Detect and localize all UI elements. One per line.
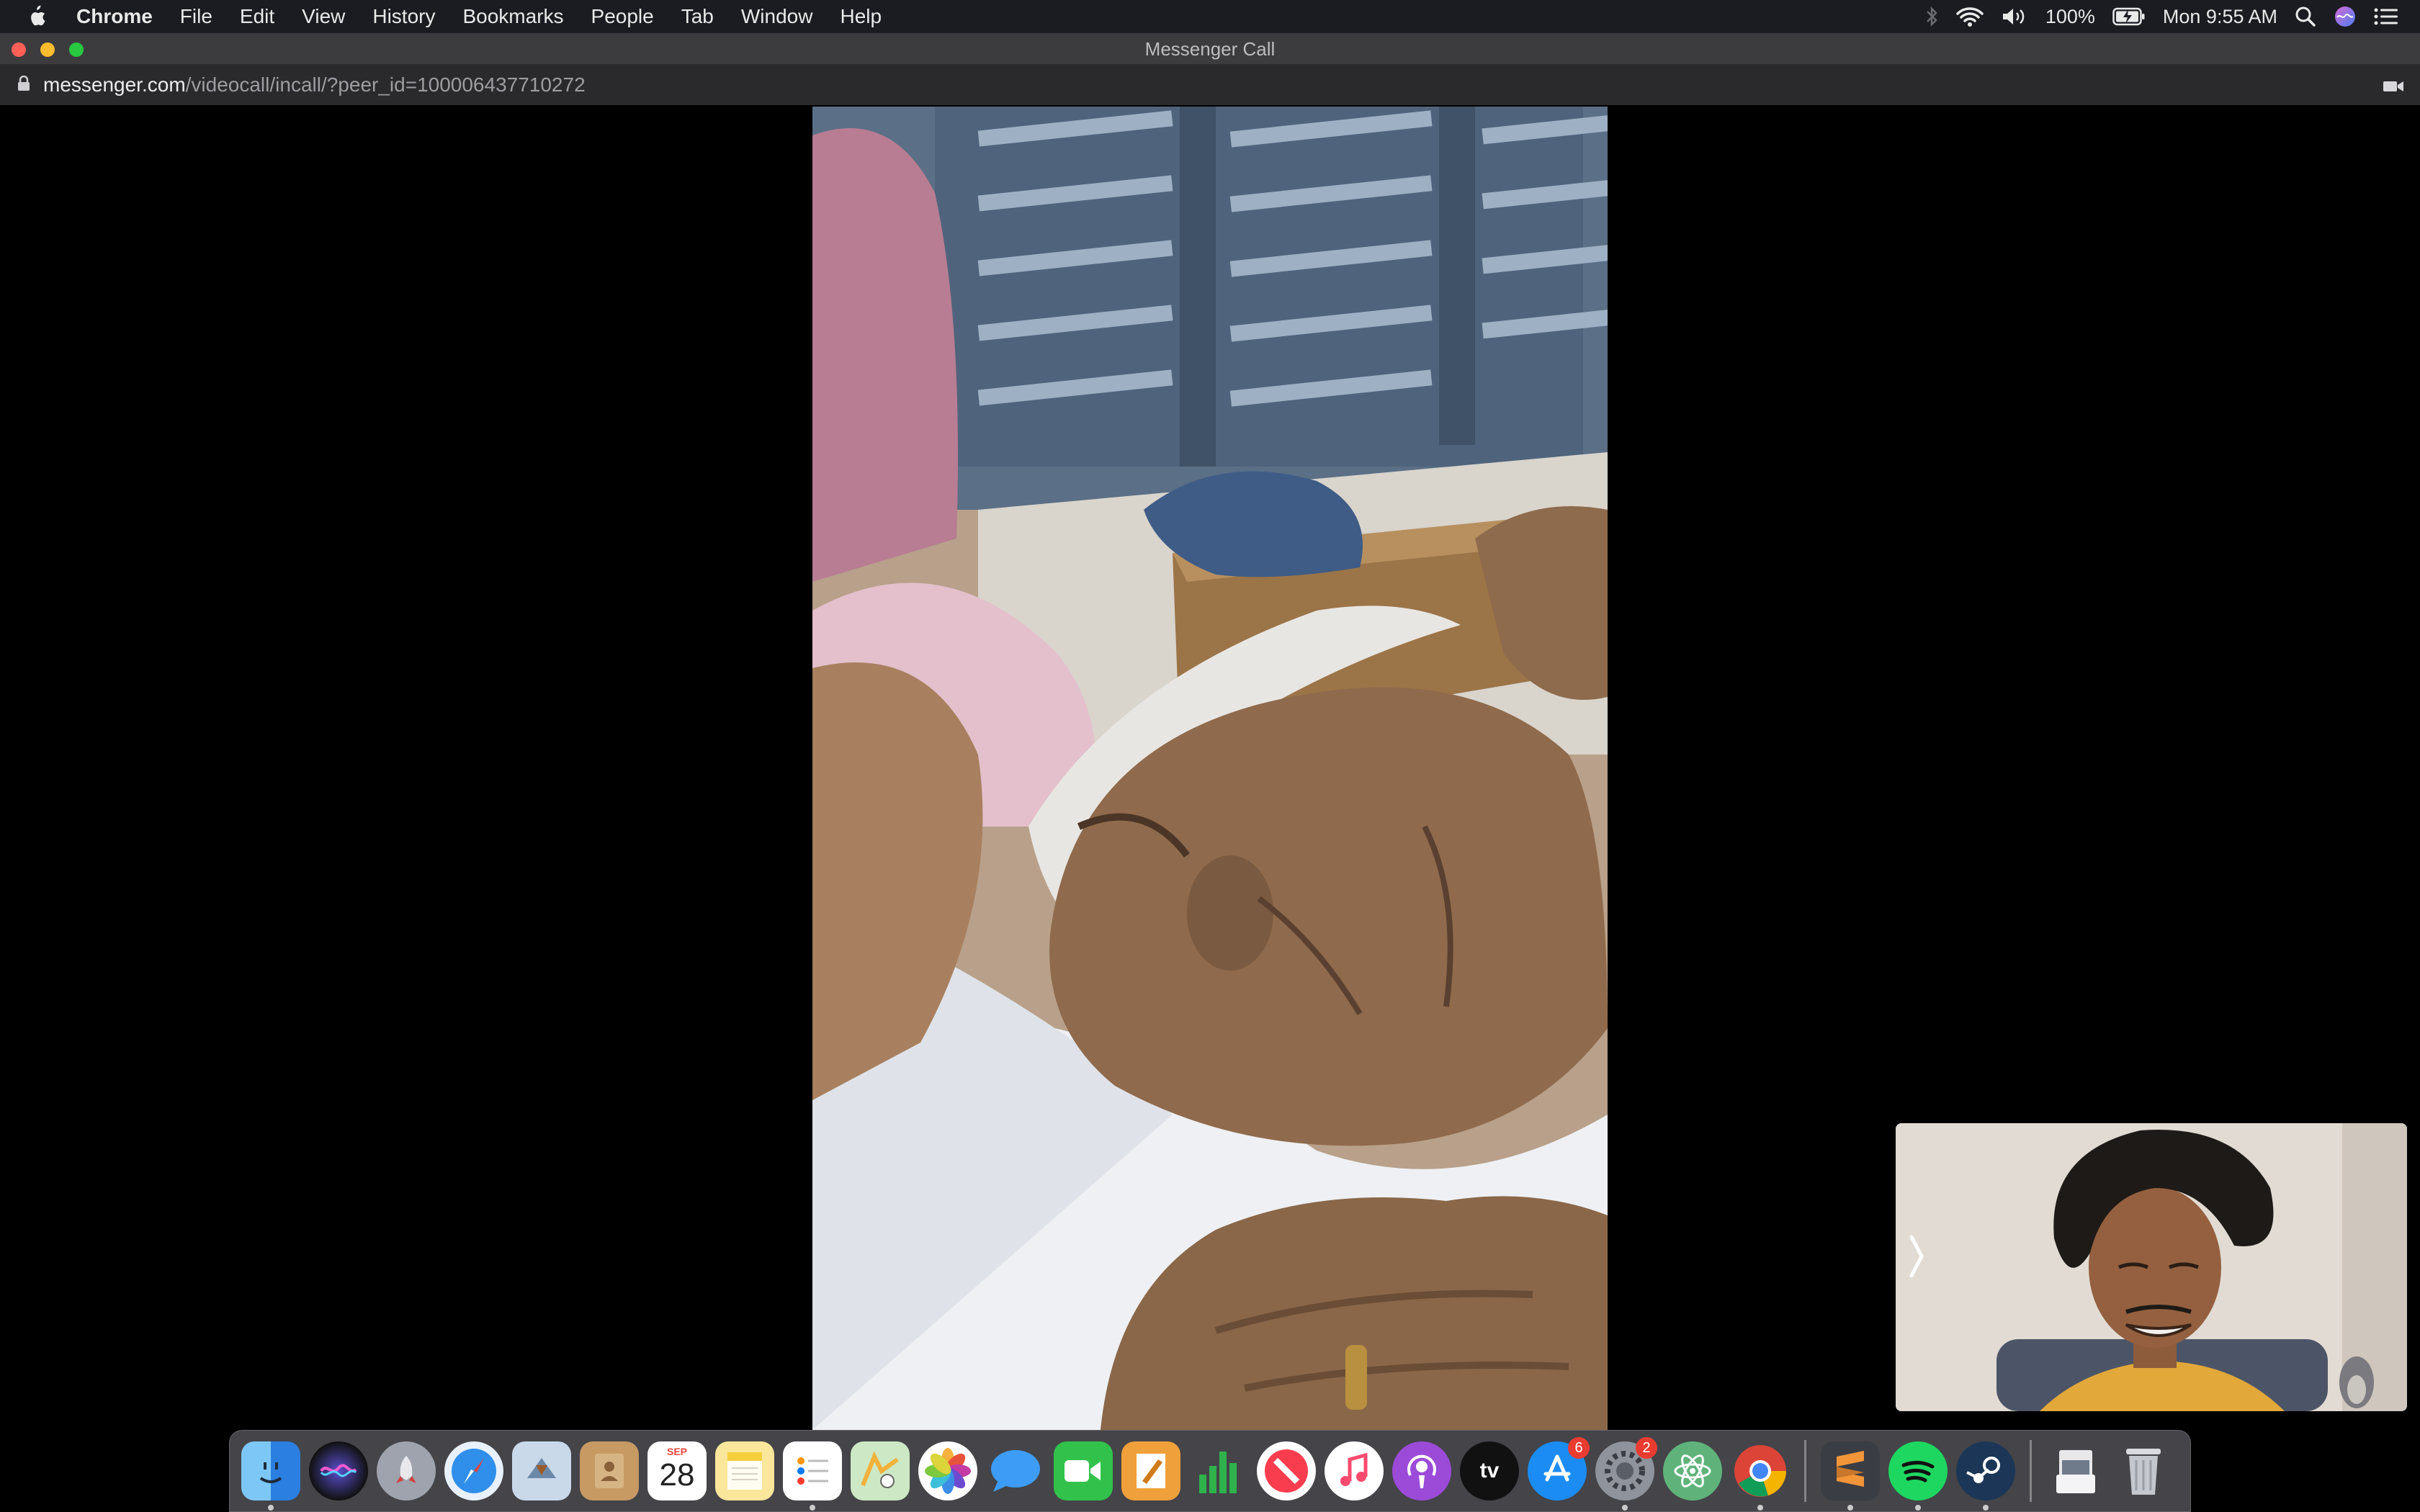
dock-reminders-icon[interactable]	[783, 1441, 842, 1511]
dock-app-store-icon[interactable]: 6	[1528, 1437, 1590, 1500]
battery-percent: 100%	[2045, 5, 2095, 27]
menu-help[interactable]: Help	[840, 5, 882, 28]
calendar-day: 28	[659, 1457, 695, 1493]
menu-history[interactable]: History	[372, 5, 435, 28]
dock-music-icon[interactable]	[1325, 1441, 1384, 1500]
system-preferences-badge: 2	[1636, 1437, 1657, 1459]
dock-maps-icon[interactable]	[851, 1441, 910, 1500]
dock-news-icon[interactable]	[1257, 1441, 1316, 1500]
tv-label: tv	[1479, 1459, 1500, 1482]
dock-separator-2	[2030, 1440, 2032, 1502]
menu-tab[interactable]: Tab	[681, 5, 714, 28]
dock-downloads-stack-icon[interactable]	[2046, 1441, 2105, 1500]
menu-edit[interactable]: Edit	[240, 5, 274, 28]
remote-video-scene	[812, 107, 1608, 1430]
menu-people[interactable]: People	[591, 5, 654, 28]
dock-mail-icon[interactable]	[512, 1441, 571, 1500]
address-bar[interactable]: messenger.com /videocall/incall/?peer_id…	[0, 65, 2420, 105]
apple-menu-icon[interactable]	[26, 5, 69, 28]
dock-launchpad-icon[interactable]	[377, 1441, 436, 1500]
window-title-bar: Messenger Call	[0, 33, 2420, 65]
calendar-month: SEP	[666, 1446, 687, 1457]
menu-window[interactable]: Window	[741, 5, 813, 28]
dock-sublime-text-icon[interactable]	[1821, 1441, 1880, 1511]
clock[interactable]: Mon 9:55 AM	[2163, 6, 2277, 28]
camera-in-use-icon[interactable]	[2383, 76, 2404, 99]
remote-video-feed	[812, 107, 1608, 1430]
dock-facetime-icon[interactable]	[1054, 1441, 1113, 1500]
dock-podcasts-icon[interactable]	[1392, 1441, 1451, 1500]
menu-bookmarks[interactable]: Bookmarks	[462, 5, 563, 28]
wifi-icon[interactable]	[1956, 6, 1984, 27]
url-domain[interactable]: messenger.com	[43, 73, 186, 96]
bluetooth-icon[interactable]	[1924, 6, 1939, 27]
menu-view[interactable]: View	[302, 5, 345, 28]
battery-icon[interactable]	[2112, 7, 2146, 26]
lock-icon[interactable]	[17, 73, 30, 96]
dock-atom-icon[interactable]	[1663, 1441, 1722, 1500]
volume-icon[interactable]	[2001, 6, 2028, 27]
app-menu-chrome[interactable]: Chrome	[76, 5, 153, 28]
dock-steam-icon[interactable]	[1956, 1441, 2015, 1511]
dock-finder-icon[interactable]	[241, 1441, 300, 1511]
dock-trash-icon[interactable]	[2114, 1441, 2173, 1500]
dock-separator	[1804, 1440, 1806, 1502]
siri-icon[interactable]	[2334, 5, 2357, 28]
dock-siri-icon[interactable]	[309, 1441, 368, 1500]
window-title: Messenger Call	[1144, 38, 1276, 60]
dock-pages-icon[interactable]	[1121, 1441, 1180, 1500]
dock-chrome-icon[interactable]	[1731, 1441, 1790, 1511]
dock-notes-icon[interactable]	[715, 1441, 774, 1500]
menu-file[interactable]: File	[180, 5, 212, 28]
dock-spotify-icon[interactable]	[1888, 1441, 1948, 1511]
dock-system-preferences-icon[interactable]: 2	[1595, 1437, 1657, 1511]
self-video-preview[interactable]	[1896, 1123, 2407, 1411]
menu-bar: Chrome File Edit View History Bookmarks …	[0, 0, 2420, 33]
dock-numbers-icon[interactable]	[1189, 1441, 1248, 1500]
self-video-scene	[1896, 1123, 2407, 1411]
dock-safari-icon[interactable]	[444, 1441, 503, 1500]
notification-center-icon[interactable]	[2374, 6, 2398, 27]
dock: SEP 28 tv 6 2	[229, 1430, 2191, 1512]
dock-photos-icon[interactable]	[918, 1441, 977, 1500]
video-call-stage	[0, 105, 2420, 1430]
collapse-self-view-icon[interactable]	[1906, 1231, 1927, 1282]
spotlight-icon[interactable]	[2295, 6, 2316, 27]
dock-tv-icon[interactable]: tv	[1460, 1441, 1519, 1500]
url-path[interactable]: /videocall/incall/?peer_id=1000064377102…	[186, 73, 586, 96]
app-store-badge: 6	[1568, 1437, 1590, 1459]
dock-calendar-icon[interactable]: SEP 28	[647, 1441, 707, 1500]
dock-contacts-icon[interactable]	[580, 1441, 639, 1500]
dock-messages-icon[interactable]	[986, 1441, 1045, 1500]
